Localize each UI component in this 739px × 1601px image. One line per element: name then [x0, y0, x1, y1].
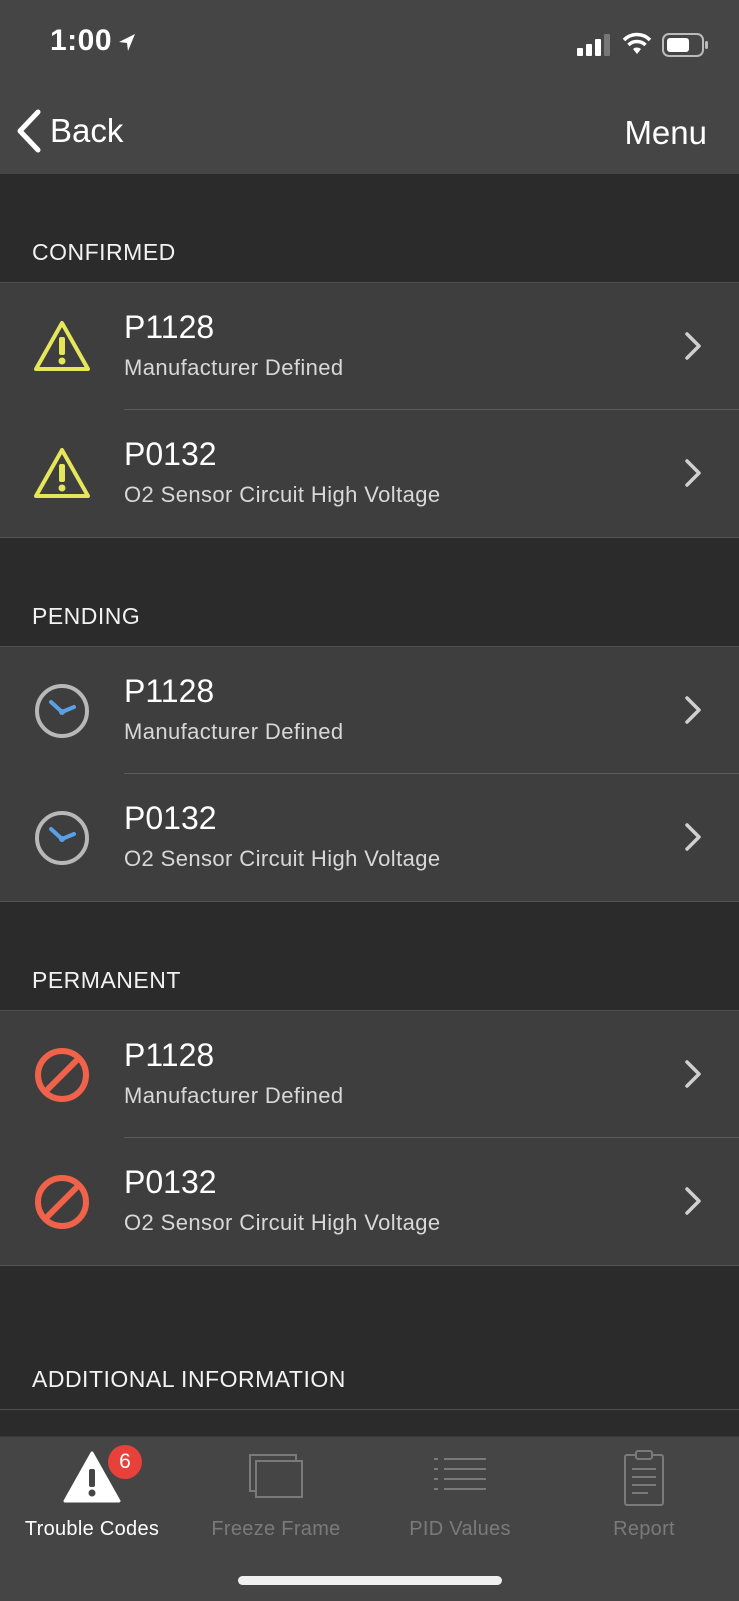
tab-trouble-codes[interactable]: 6 Trouble Codes [0, 1437, 184, 1557]
status-time: 1:00 [50, 24, 113, 57]
trouble-codes-list: CONFIRMED P1128 Manufacturer Defined P01… [0, 174, 739, 1410]
cellular-signal-icon [577, 34, 610, 56]
dtc-description: O2 Sensor Circuit High Voltage [124, 482, 441, 507]
section-header-additional-information: ADDITIONAL INFORMATION [0, 1266, 739, 1410]
wifi-icon [622, 32, 652, 54]
chevron-right-icon [685, 1060, 701, 1088]
section-header-confirmed: CONFIRMED [0, 174, 739, 283]
tab-report[interactable]: Report [552, 1437, 736, 1557]
dtc-code: P1128 [124, 309, 215, 345]
tab-freeze-frame[interactable]: Freeze Frame [184, 1437, 368, 1557]
dtc-description: O2 Sensor Circuit High Voltage [124, 846, 441, 871]
section-title: PENDING [32, 603, 141, 629]
chevron-right-icon [685, 823, 701, 851]
section-header-permanent: PERMANENT [0, 902, 739, 1011]
chevron-right-icon [685, 1187, 701, 1215]
tab-pid-values[interactable]: PID Values [368, 1437, 552, 1557]
dtc-code: P1128 [124, 1037, 215, 1073]
prohibited-icon [35, 1175, 89, 1229]
status-bar: 1:00 [0, 0, 739, 92]
navigation-bar: Back Menu [0, 92, 739, 174]
location-arrow-icon [119, 34, 135, 51]
chevron-right-icon [685, 332, 701, 360]
dtc-code: P1128 [124, 673, 215, 709]
clock-icon [35, 684, 89, 738]
dtc-code: P0132 [124, 436, 217, 472]
list-icon [434, 1458, 486, 1490]
clock-icon [35, 811, 89, 865]
list-item[interactable]: P0132 O2 Sensor Circuit High Voltage [0, 1138, 739, 1266]
prohibited-icon [35, 1048, 89, 1102]
dtc-description: Manufacturer Defined [124, 1083, 344, 1108]
battery-icon [662, 33, 708, 57]
section-header-pending: PENDING [0, 538, 739, 647]
tab-label: Freeze Frame [211, 1518, 341, 1540]
back-button[interactable]: Back [16, 106, 123, 156]
chevron-right-icon [685, 696, 701, 724]
dtc-description: Manufacturer Defined [124, 355, 344, 380]
section-title: ADDITIONAL INFORMATION [32, 1366, 346, 1392]
list-item[interactable]: P0132 O2 Sensor Circuit High Voltage [0, 774, 739, 902]
warning-triangle-icon [34, 448, 90, 498]
back-label: Back [50, 112, 124, 149]
home-indicator [238, 1576, 502, 1585]
frames-icon [249, 1454, 303, 1498]
list-item[interactable]: P1128 Manufacturer Defined [0, 283, 739, 410]
section-title: CONFIRMED [32, 239, 176, 265]
warning-triangle-icon [34, 321, 90, 371]
dtc-code: P0132 [124, 800, 217, 836]
list-item[interactable]: P0132 O2 Sensor Circuit High Voltage [0, 410, 739, 538]
menu-button[interactable]: Menu [624, 114, 707, 152]
section-title: PERMANENT [32, 967, 181, 993]
tab-label: PID Values [409, 1518, 511, 1540]
tab-label: Trouble Codes [24, 1518, 160, 1540]
dtc-description: O2 Sensor Circuit High Voltage [124, 1210, 441, 1235]
list-item[interactable]: P1128 Manufacturer Defined [0, 647, 739, 774]
tab-label: Report [613, 1518, 675, 1540]
dtc-description: Manufacturer Defined [124, 719, 344, 744]
notification-badge: 6 [108, 1445, 142, 1479]
chevron-right-icon [685, 459, 701, 487]
dtc-code: P0132 [124, 1164, 217, 1200]
chevron-left-icon [17, 109, 41, 153]
list-item[interactable]: P1128 Manufacturer Defined [0, 1011, 739, 1138]
clipboard-icon [624, 1450, 664, 1506]
